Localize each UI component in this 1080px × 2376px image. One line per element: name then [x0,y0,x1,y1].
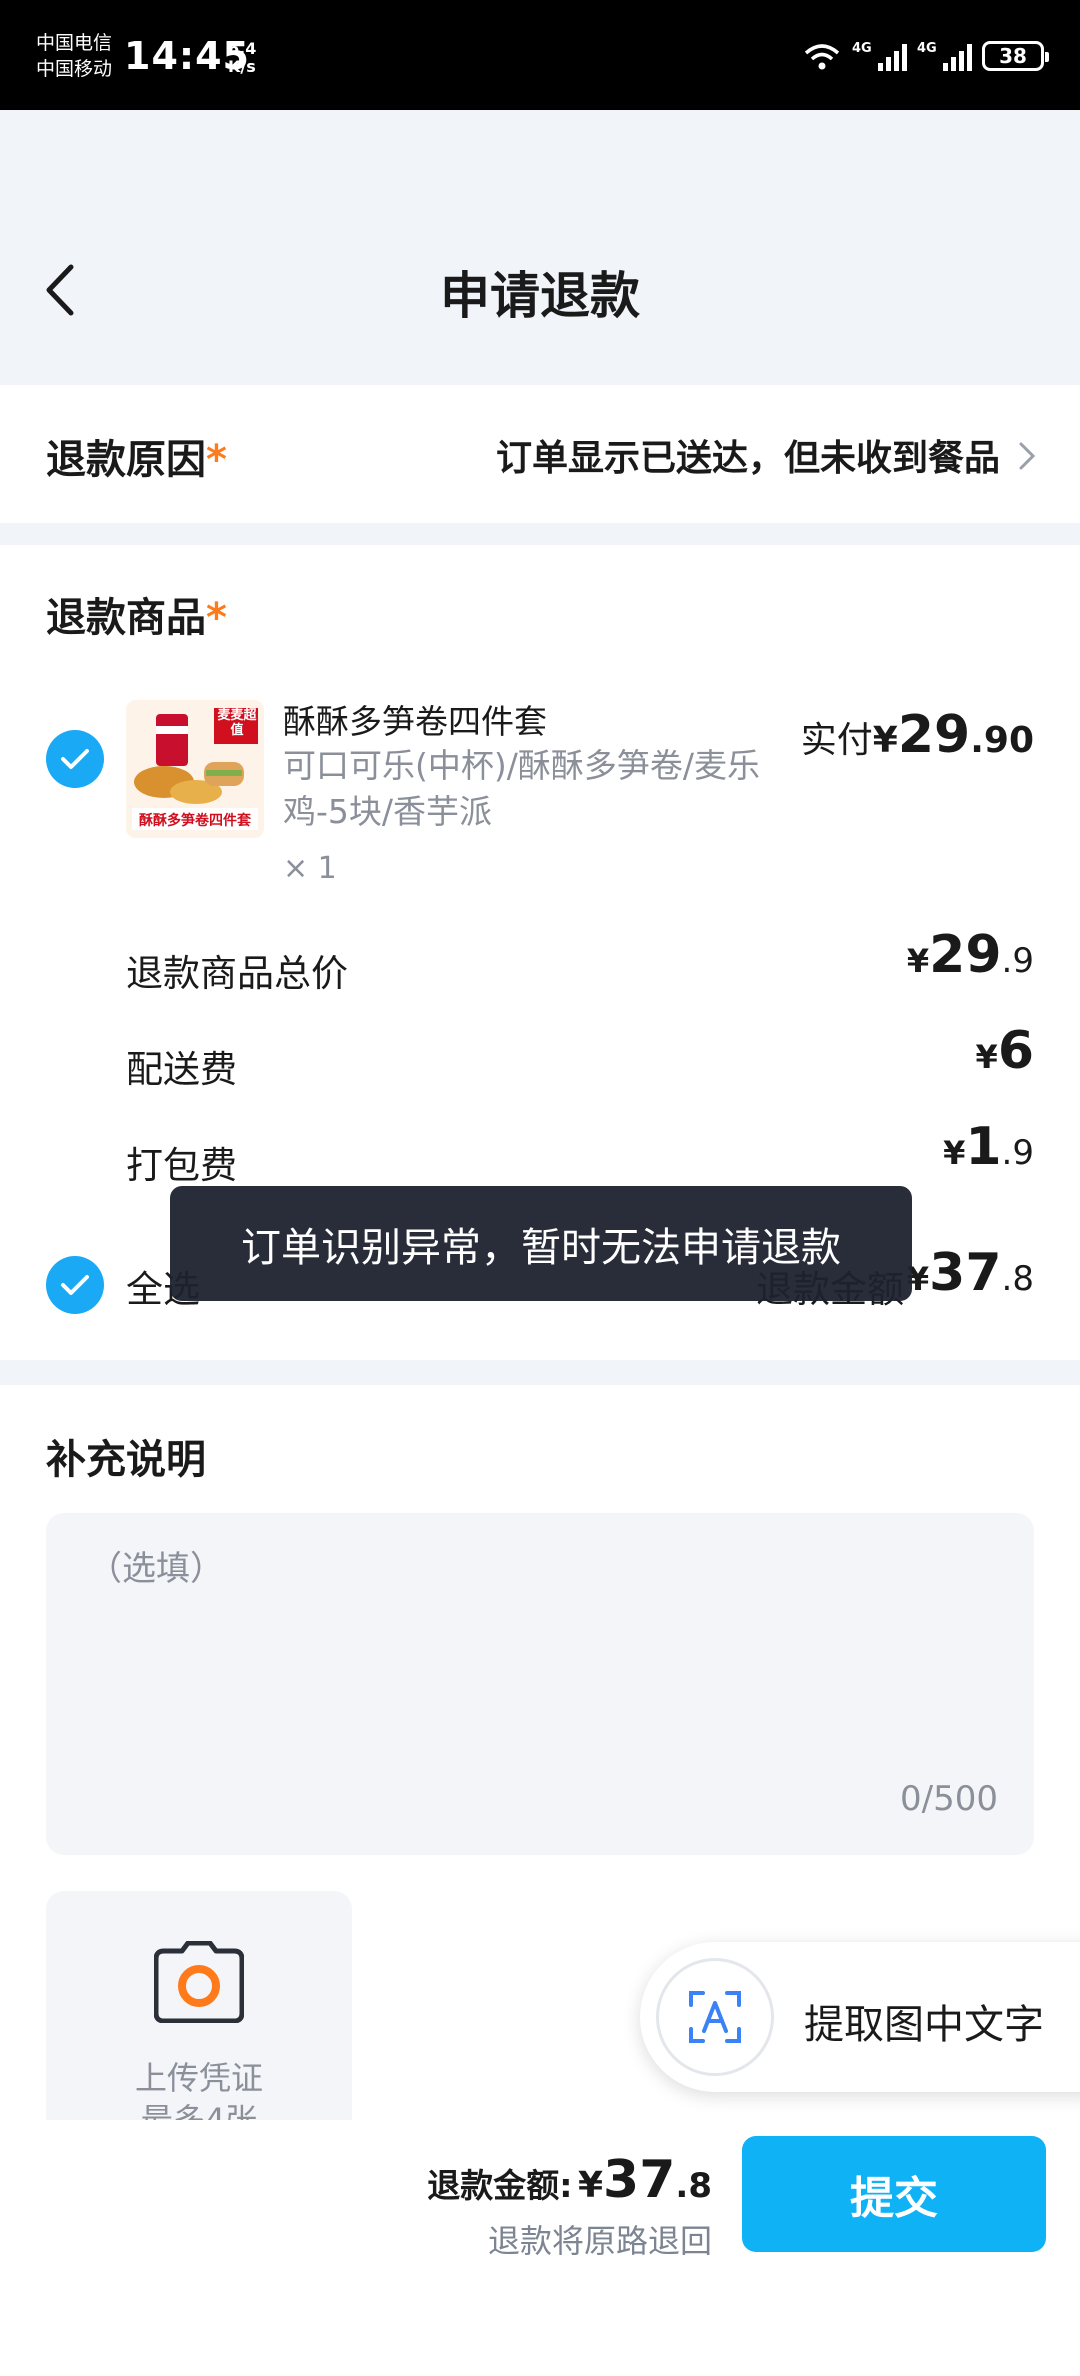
upload-evidence-button[interactable]: 上传凭证 最多4张 [46,1891,352,2120]
extract-text-button[interactable]: 提取图中文字 [640,1942,1080,2092]
header [0,110,1080,385]
check-icon [61,1275,89,1295]
supplement-label: 补充说明 [46,1437,206,1483]
carrier-1: 中国电信 [36,32,113,54]
signal-icon-1: 4G [852,41,907,71]
product-image-badge: 麦麦超值 [217,708,257,738]
upload-label: 上传凭证 [134,2059,263,2097]
required-mark: * [206,595,227,641]
supplement-placeholder: （选填） [88,1549,224,1589]
delivery-fee-label: 配送费 [126,1048,237,1091]
refund-reason-row[interactable]: 退款原因* 订单显示已送达，但未收到餐品 [0,385,1080,523]
submit-button[interactable]: 提交 [742,2136,1046,2252]
camera-icon [154,1941,244,2023]
paid-price: 实付¥29.90 [800,705,1034,765]
signal-icon-2: 4G [917,41,972,71]
refund-goods-label: 退款商品* [46,595,227,641]
page-title: 申请退款 [440,267,640,325]
packing-fee-value: ¥1.9 [943,1117,1034,1177]
error-toast: 订单识别异常，暂时无法申请退款 [170,1186,912,1301]
product-description: 可口可乐(中杯)/酥酥多笋卷/麦乐鸡-5块/香芋派 [283,746,760,831]
status-bar: 中国电信 中国移动 14:45 6.4 K/s 4G 4G 38 [0,0,1080,110]
refund-total-value: ¥37.8 [906,1243,1034,1303]
supplement-input[interactable]: （选填） 0/500 [46,1513,1034,1855]
extract-text-label: 提取图中文字 [804,2002,1044,2048]
select-all-checkbox[interactable] [46,1256,104,1314]
product-name: 酥酥多笋卷四件套 [283,702,547,741]
refund-reason-value: 订单显示已送达，但未收到餐品 [495,438,1000,479]
status-icons: 4G 4G 38 [802,36,1049,76]
delivery-fee-value: ¥6 [975,1021,1034,1081]
bottom-bar: 退款金额: ¥37.8 退款将原路退回 提交 [0,2120,1080,2376]
required-mark: * [206,437,227,483]
network-speed: 6.4 K/s [228,39,257,76]
wifi-icon [804,44,840,70]
carrier-2: 中国移动 [36,58,113,80]
item-checkbox[interactable] [46,730,104,788]
ocr-icon-wrap [656,1958,774,2076]
text-scan-icon [689,1991,741,2043]
character-counter: 0/500 [900,1779,998,1819]
goods-total-label: 退款商品总价 [126,952,348,995]
packing-fee-label: 打包费 [126,1144,237,1187]
battery-icon: 38 [982,41,1049,71]
upload-limit: 最多4张 [140,2101,258,2120]
product-quantity: × 1 [283,851,337,886]
goods-total-value: ¥29.9 [906,925,1034,985]
bottom-refund-amount: 退款金额: ¥37.8 [427,2150,712,2210]
chevron-right-icon [1019,442,1036,470]
refund-reason-label: 退款原因* [46,437,227,483]
carrier-info: 中国电信 中国移动 [36,30,112,82]
refund-return-note: 退款将原路退回 [487,2222,712,2260]
check-icon [61,749,89,769]
product-image-caption: 酥酥多笋卷四件套 [139,813,251,829]
product-image: 麦麦超值 酥酥多笋卷四件套 [126,700,264,838]
